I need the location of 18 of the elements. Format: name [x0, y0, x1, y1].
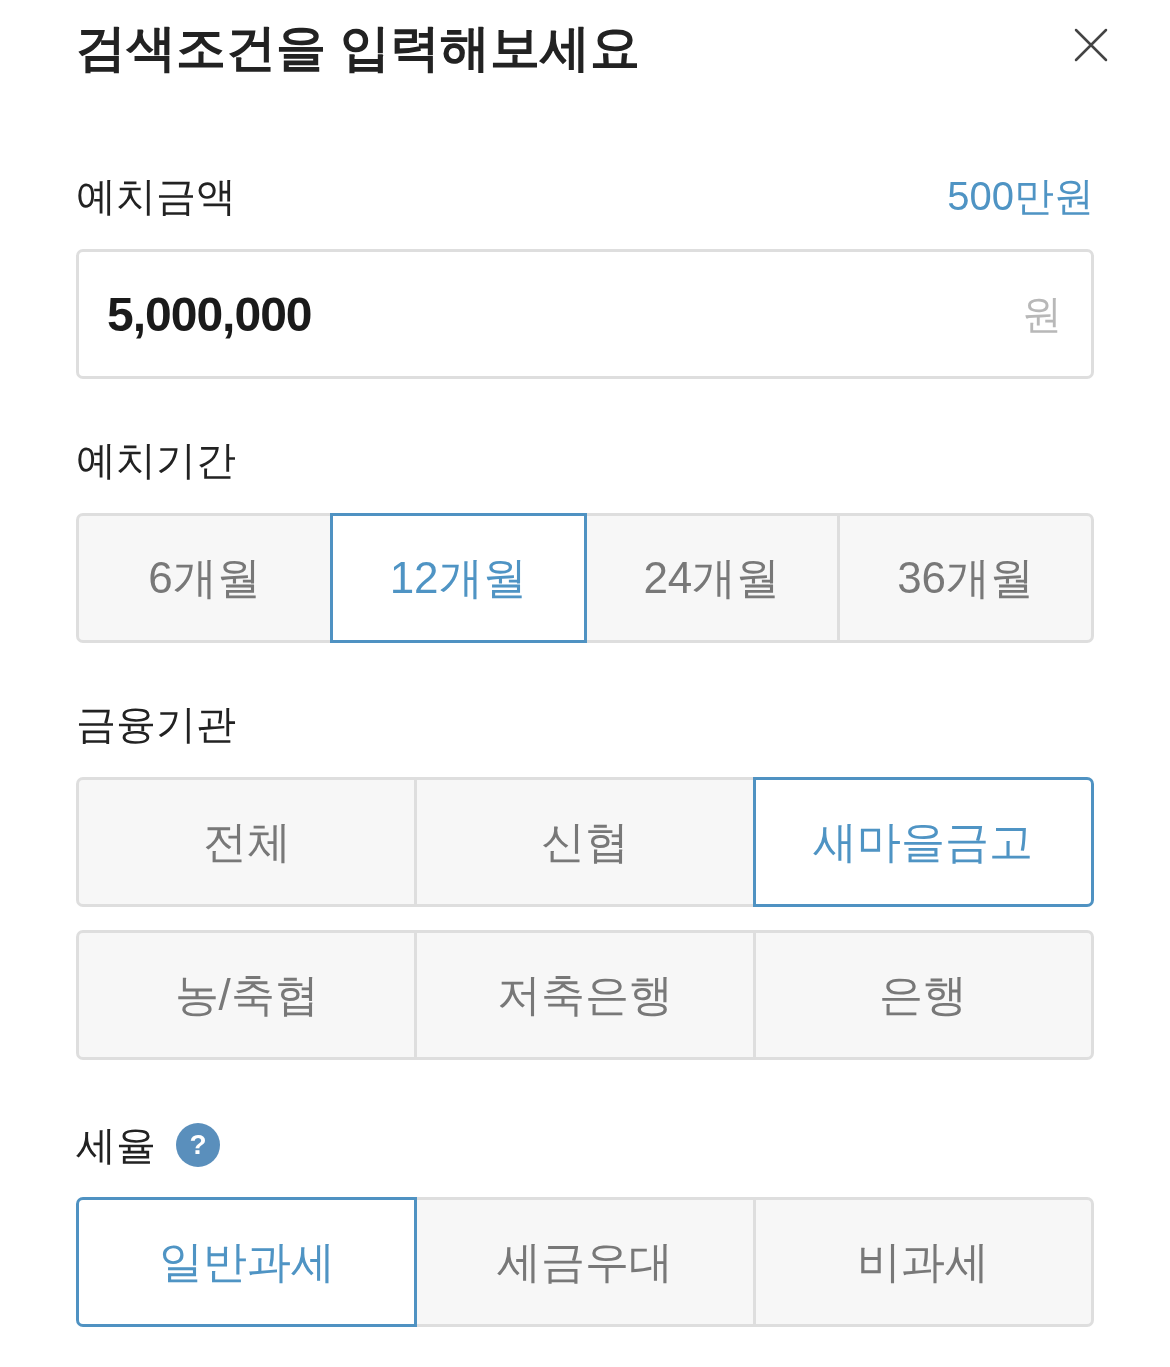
section-label: 예치금액	[76, 173, 236, 220]
unit-label: 원	[1022, 294, 1062, 334]
section-label: 예치기간	[76, 438, 236, 482]
option-tab[interactable]: 신협	[414, 777, 756, 907]
option-tab[interactable]: 세금우대	[414, 1197, 756, 1327]
section-label: 금융기관	[76, 702, 236, 746]
option-tab[interactable]: 새마을금고	[752, 777, 1094, 907]
option-tab[interactable]: 저축은행	[414, 930, 756, 1060]
option-tab[interactable]: 36개월	[837, 513, 1094, 643]
close-icon	[1074, 28, 1108, 62]
section-label: 세율	[76, 1122, 156, 1169]
amount-summary: 500만원	[947, 173, 1094, 220]
option-tab[interactable]: 일반과세	[76, 1197, 418, 1327]
option-tab[interactable]: 12개월	[329, 513, 587, 643]
dialog-title: 검색조건을 입력해보세요	[76, 19, 640, 78]
help-button[interactable]: ?	[176, 1123, 220, 1167]
close-button[interactable]	[1074, 28, 1108, 62]
option-tab[interactable]: 6개월	[76, 513, 333, 643]
